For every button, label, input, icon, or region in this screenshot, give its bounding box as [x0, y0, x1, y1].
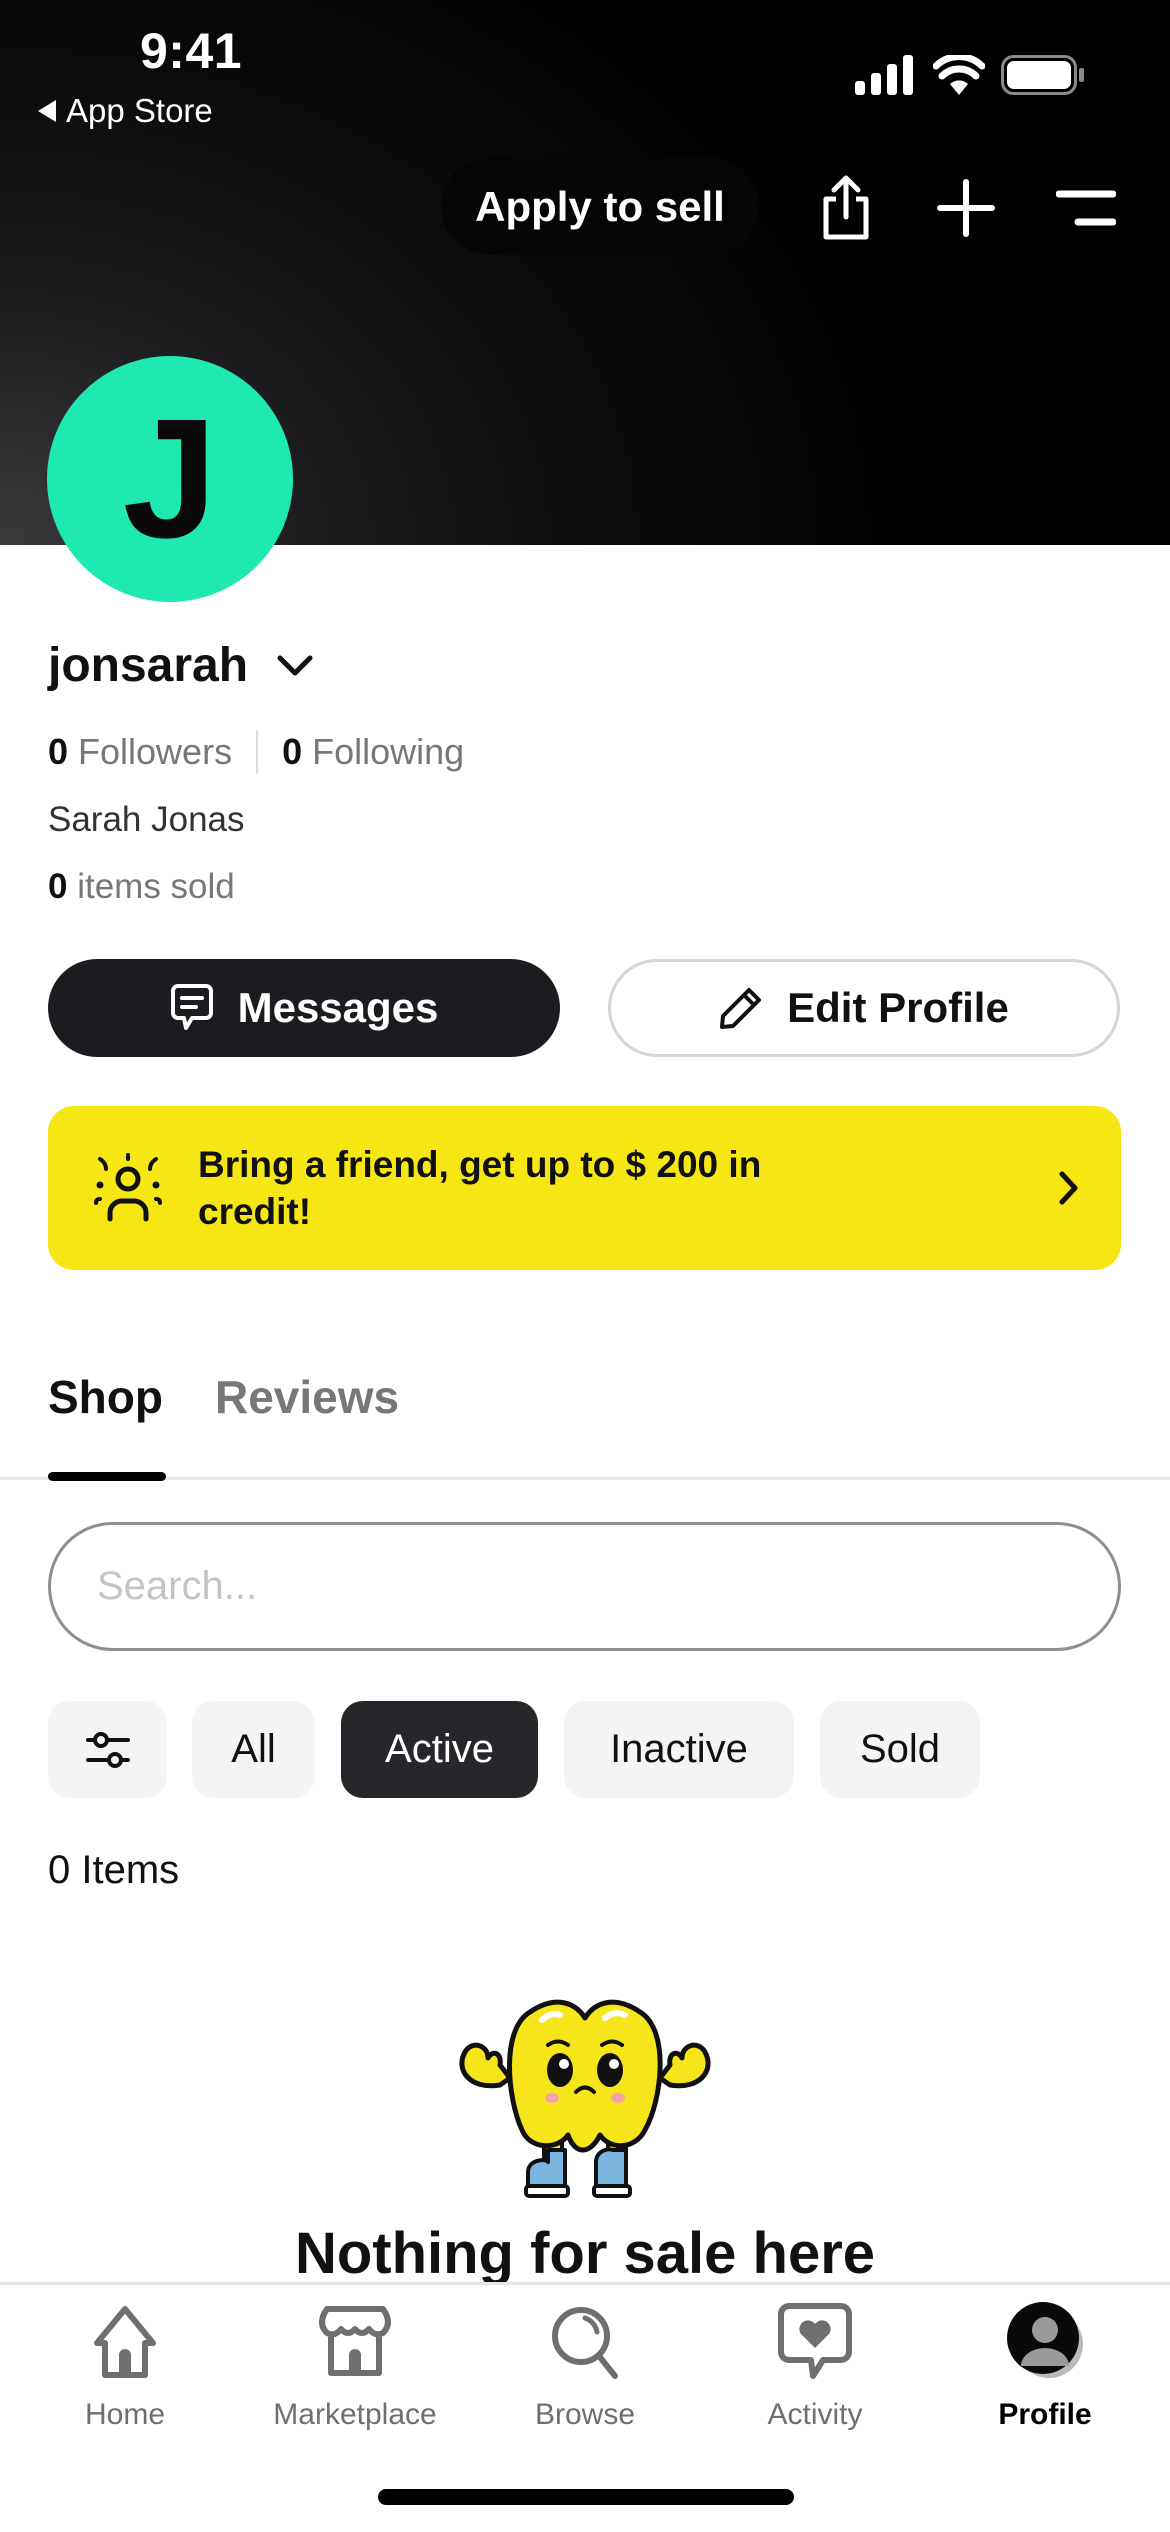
active-tab-indicator — [48, 1472, 166, 1481]
stats-divider — [256, 730, 259, 774]
activity-heart-icon — [778, 2303, 852, 2379]
back-app-label: App Store — [66, 92, 213, 129]
following-link[interactable]: 0 Following — [282, 731, 464, 773]
nav-activity[interactable]: Activity — [698, 2300, 932, 2440]
menu-button[interactable] — [1048, 170, 1124, 246]
referral-text: Bring a friend, get up to $ 200 in credi… — [198, 1144, 762, 1232]
items-sold-count: 0 — [48, 867, 68, 906]
sliders-icon — [85, 1731, 130, 1768]
follow-stats: 0 Followers 0 Following — [48, 730, 464, 774]
tab-reviews[interactable]: Reviews — [215, 1370, 399, 1424]
back-to-app-store[interactable]: App Store — [38, 92, 213, 130]
share-icon — [823, 175, 869, 240]
pencil-icon — [720, 988, 762, 1029]
items-sold: 0 items sold — [48, 867, 235, 907]
tabs-divider — [0, 1477, 1170, 1480]
following-count: 0 — [282, 731, 303, 772]
nav-marketplace[interactable]: Marketplace — [238, 2300, 472, 2440]
messages-label: Messages — [237, 984, 439, 1031]
avatar[interactable]: J — [47, 356, 293, 602]
empty-state-title: Nothing for sale here — [294, 2221, 876, 2286]
apply-to-sell-button[interactable]: Apply to sell — [441, 158, 759, 255]
filter-chip-sold[interactable]: Sold — [820, 1701, 980, 1798]
share-button[interactable] — [808, 170, 884, 246]
nav-home[interactable]: Home — [8, 2300, 242, 2440]
cellular-signal-icon — [855, 55, 913, 95]
filter-settings-button[interactable] — [48, 1701, 167, 1798]
following-label: Following — [312, 731, 465, 772]
followers-count: 0 — [48, 731, 69, 772]
nav-browse[interactable]: Browse — [468, 2300, 702, 2440]
nav-home-label: Home — [84, 2398, 166, 2431]
chevron-down-icon — [277, 655, 313, 675]
message-bubble-icon — [170, 984, 213, 1030]
items-sold-label: items sold — [77, 867, 235, 906]
search-input[interactable] — [48, 1522, 1121, 1651]
filter-chip-inactive[interactable]: Inactive — [564, 1701, 794, 1798]
empty-state-mascot-illustration — [459, 1999, 711, 2198]
edit-profile-label: Edit Profile — [787, 984, 1009, 1031]
items-count: 0 Items — [48, 1848, 180, 1892]
wifi-icon — [933, 55, 985, 95]
edit-profile-button[interactable]: Edit Profile — [608, 959, 1120, 1057]
chevron-right-icon — [1059, 1171, 1078, 1205]
profile-avatar-icon — [1007, 2302, 1083, 2378]
nav-profile-label: Profile — [998, 2398, 1092, 2431]
home-icon — [94, 2306, 156, 2378]
nav-browse-label: Browse — [534, 2398, 636, 2431]
messages-button[interactable]: Messages — [48, 959, 560, 1057]
back-triangle-icon — [38, 100, 56, 122]
nav-profile[interactable]: Profile — [928, 2300, 1162, 2440]
status-time: 9:41 — [140, 23, 243, 79]
battery-icon — [1001, 55, 1084, 95]
referral-banner[interactable]: Bring a friend, get up to $ 200 in credi… — [48, 1106, 1121, 1270]
home-indicator — [378, 2489, 794, 2505]
filter-chip-active[interactable]: Active — [341, 1701, 538, 1798]
username: jonsarah — [48, 639, 249, 692]
nav-marketplace-label: Marketplace — [273, 2398, 437, 2431]
storefront-icon — [319, 2306, 391, 2376]
username-switcher[interactable]: jonsarah — [48, 638, 314, 693]
full-name: Sarah Jonas — [48, 800, 245, 839]
status-icons — [855, 55, 1085, 95]
menu-icon — [1056, 190, 1116, 226]
followers-label: Followers — [78, 731, 233, 772]
followers-link[interactable]: 0 Followers — [48, 731, 232, 773]
tab-shop[interactable]: Shop — [48, 1370, 163, 1424]
plus-icon — [937, 179, 995, 237]
nav-activity-label: Activity — [767, 2398, 863, 2431]
filter-chip-all[interactable]: All — [192, 1701, 315, 1798]
add-listing-button[interactable] — [928, 170, 1004, 246]
invite-friends-icon — [94, 1153, 162, 1222]
search-icon — [552, 2307, 618, 2379]
